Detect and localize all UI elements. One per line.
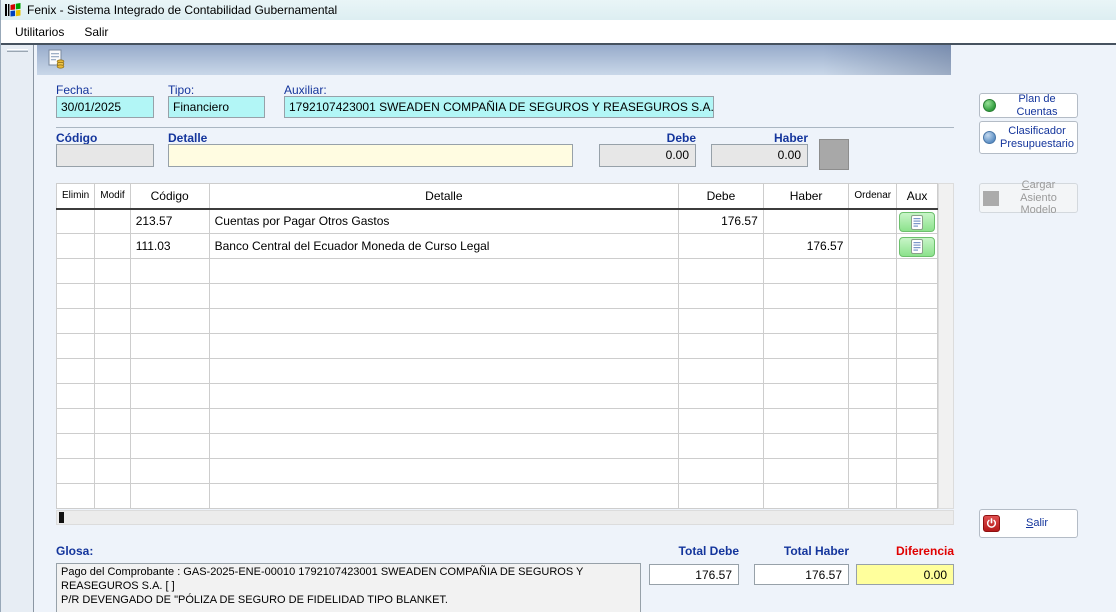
empty-table-row: [57, 384, 938, 409]
gray-square-icon: [983, 191, 999, 206]
empty-table-row: [57, 334, 938, 359]
separator-line: [56, 127, 954, 128]
empty-table-row: [57, 309, 938, 334]
plan-de-cuentas-button[interactable]: Plan de Cuentas: [979, 93, 1078, 118]
cell-detalle: Cuentas por Pagar Otros Gastos: [209, 209, 678, 234]
fecha-field[interactable]: 30/01/2025: [56, 96, 154, 118]
col-header-ordenar[interactable]: Ordenar: [849, 184, 897, 209]
entries-table: EliminModifCódigoDetalleDebeHaberOrdenar…: [56, 183, 938, 509]
cell-haber: 176.57: [763, 234, 849, 259]
col-header-código[interactable]: Código: [130, 184, 209, 209]
total-debe-label: Total Debe: [649, 544, 739, 558]
salir-button[interactable]: Salir: [979, 509, 1078, 538]
col-header-detalle[interactable]: Detalle: [209, 184, 678, 209]
total-debe-value: 176.57: [649, 564, 739, 585]
green-sphere-icon: [983, 99, 996, 112]
auxiliar-label: Auxiliar:: [284, 83, 327, 97]
cell-modif[interactable]: [95, 234, 130, 259]
app-icon: [5, 2, 21, 18]
col-header-haber[interactable]: Haber: [763, 184, 849, 209]
col-header-elimin[interactable]: Elimin: [57, 184, 95, 209]
empty-table-row: [57, 409, 938, 434]
menu-utilitarios[interactable]: Utilitarios: [5, 22, 74, 42]
glosa-label: Glosa:: [56, 544, 93, 558]
copy-voucher-icon[interactable]: [47, 49, 67, 74]
salir-label: Salir: [1000, 517, 1074, 530]
app-window: Fenix - Sistema Integrado de Contabilida…: [0, 0, 1116, 612]
detalle-label: Detalle: [168, 131, 207, 145]
entries-table-wrap: EliminModifCódigoDetalleDebeHaberOrdenar…: [56, 183, 938, 509]
haber-label: Haber: [711, 131, 808, 145]
plan-de-cuentas-label: Plan de Cuentas: [1000, 93, 1074, 118]
cell-debe: 176.57: [679, 209, 764, 234]
empty-table-row: [57, 359, 938, 384]
power-icon: [983, 515, 1000, 532]
fecha-label: Fecha:: [56, 83, 93, 97]
col-header-modif[interactable]: Modif: [95, 184, 130, 209]
cell-elimin[interactable]: [57, 209, 95, 234]
table-row[interactable]: 111.03 Banco Central del Ecuador Moneda …: [57, 234, 938, 259]
cargar-asiento-label: Cargar AsientoModelo: [1003, 179, 1074, 217]
toolbar: [37, 45, 951, 75]
haber-input[interactable]: 0.00: [711, 144, 808, 167]
empty-table-row: [57, 259, 938, 284]
empty-table-row: [57, 434, 938, 459]
empty-table-row: [57, 484, 938, 509]
left-splitter-rail[interactable]: [1, 45, 34, 612]
debe-input[interactable]: 0.00: [599, 144, 696, 167]
cell-aux: [897, 209, 938, 234]
cell-detalle: Banco Central del Ecuador Moneda de Curs…: [209, 234, 678, 259]
entry-action-button[interactable]: [819, 139, 849, 170]
cell-ordenar[interactable]: [849, 234, 897, 259]
cell-ordenar[interactable]: [849, 209, 897, 234]
table-vertical-scrollbar[interactable]: [938, 183, 954, 509]
cell-haber: [763, 209, 849, 234]
cell-codigo: 111.03: [130, 234, 209, 259]
col-header-debe[interactable]: Debe: [679, 184, 764, 209]
codigo-label: Código: [56, 131, 97, 145]
diferencia-value: 0.00: [856, 564, 954, 585]
cell-elimin[interactable]: [57, 234, 95, 259]
table-horizontal-scrollbar[interactable]: [56, 510, 954, 525]
cell-codigo: 213.57: [130, 209, 209, 234]
window-title: Fenix - Sistema Integrado de Contabilida…: [27, 3, 337, 17]
codigo-input[interactable]: [56, 144, 154, 167]
table-header-row: EliminModifCódigoDetalleDebeHaberOrdenar…: [57, 184, 938, 209]
aux-button[interactable]: [899, 212, 935, 232]
cell-aux: [897, 234, 938, 259]
debe-label: Debe: [599, 131, 696, 145]
detalle-input[interactable]: [168, 144, 573, 167]
table-row[interactable]: 213.57 Cuentas por Pagar Otros Gastos 17…: [57, 209, 938, 234]
auxiliar-field[interactable]: 1792107423001 SWEADEN COMPAÑIA DE SEGURO…: [284, 96, 714, 118]
cargar-asiento-modelo-button[interactable]: Cargar AsientoModelo: [979, 183, 1078, 213]
tipo-field[interactable]: Financiero: [168, 96, 265, 118]
splitter-grip[interactable]: [7, 49, 28, 52]
total-haber-label: Total Haber: [754, 544, 849, 558]
empty-table-row: [57, 284, 938, 309]
menu-bar: Utilitarios Salir: [1, 20, 1116, 43]
title-bar: Fenix - Sistema Integrado de Contabilida…: [1, 0, 1116, 20]
menu-salir[interactable]: Salir: [74, 22, 118, 42]
glosa-textarea[interactable]: Pago del Comprobante : GAS-2025-ENE-0001…: [56, 563, 641, 612]
clasificador-label: Clasificador Presupuestario: [1000, 125, 1074, 150]
cell-debe: [679, 234, 764, 259]
aux-button[interactable]: [899, 237, 935, 257]
cell-modif[interactable]: [95, 209, 130, 234]
total-haber-value: 176.57: [754, 564, 849, 585]
clasificador-presupuestario-button[interactable]: Clasificador Presupuestario: [979, 121, 1078, 154]
col-header-aux[interactable]: Aux: [897, 184, 938, 209]
horizontal-scroll-thumb[interactable]: [59, 512, 64, 523]
blue-sphere-icon: [983, 131, 996, 144]
empty-table-row: [57, 459, 938, 484]
tipo-label: Tipo:: [168, 83, 194, 97]
diferencia-label: Diferencia: [856, 544, 954, 558]
